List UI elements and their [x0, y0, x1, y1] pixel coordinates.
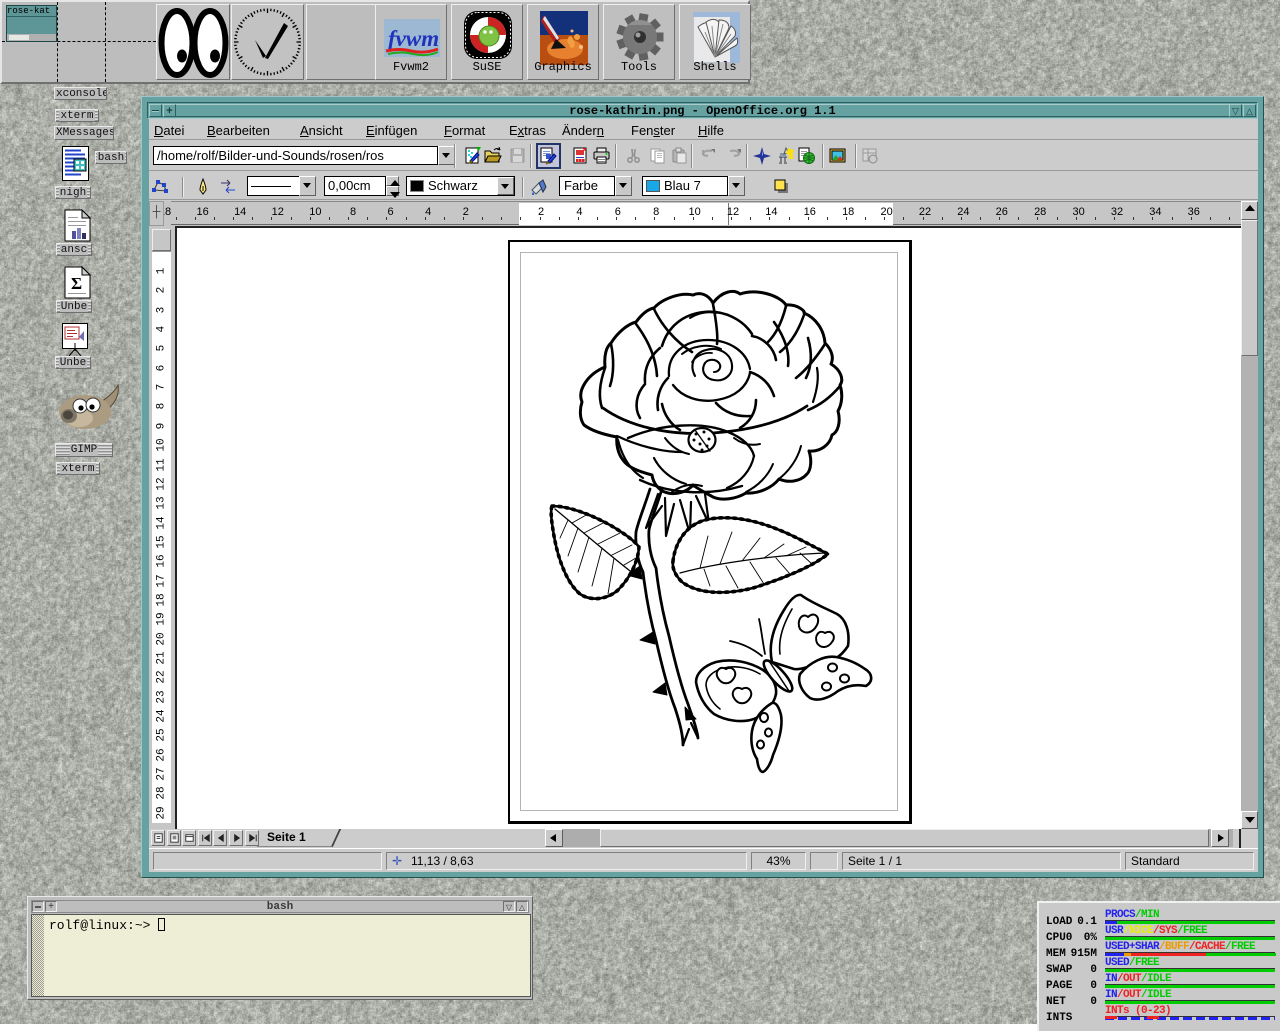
svg-text:Σ: Σ	[71, 274, 82, 293]
svg-text:fvwm: fvwm	[388, 26, 439, 51]
